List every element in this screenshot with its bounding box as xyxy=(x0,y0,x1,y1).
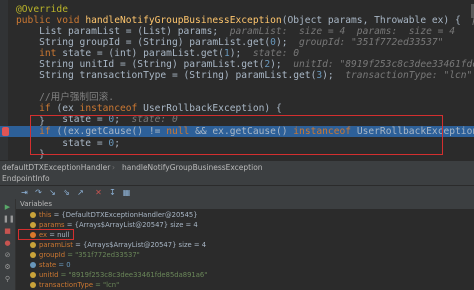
variable-row[interactable]: transactionType = "lcn" xyxy=(16,280,119,290)
code-token: ); xyxy=(270,59,294,70)
variable-value: = "351f772ed33537" xyxy=(65,251,140,259)
variable-name: groupId xyxy=(39,251,66,259)
code-token: String unitId = (String) paramList.get( xyxy=(16,59,265,70)
code-line[interactable]: List paramList = (List) params; paramLis… xyxy=(16,26,455,37)
mute-breakpoints-icon[interactable]: ⊘ xyxy=(3,251,12,260)
code-token: int xyxy=(16,48,63,59)
variable-value: = {Arrays$ArrayList@20547} size = 4 xyxy=(64,221,198,229)
annotation-highlight-box-ex xyxy=(18,229,74,240)
pin-icon[interactable]: ⚲ xyxy=(3,275,12,284)
resume-icon[interactable]: ▶ xyxy=(3,203,12,212)
code-token: handleNotifyGroupBusinessException xyxy=(85,15,282,26)
variable-type-icon xyxy=(30,212,36,218)
step-out-icon[interactable]: ↗ xyxy=(76,188,85,197)
variable-value: = {Arrays$ArrayList@20547} size = 4 xyxy=(72,241,207,249)
code-token: ); xyxy=(229,48,253,59)
variable-row[interactable]: groupId = "351f772ed33537" xyxy=(16,250,140,260)
show-execution-point-icon[interactable]: ⇥ xyxy=(20,188,29,197)
code-token: ); xyxy=(322,70,346,81)
code-line[interactable]: String unitId = (String) paramList.get(2… xyxy=(16,59,474,70)
debug-tab-title[interactable]: EndpointInfo xyxy=(2,173,50,185)
variable-type-icon xyxy=(30,222,36,228)
variable-value: = {DefaultDTXExceptionHandler@20545} xyxy=(51,211,198,219)
code-token: instanceof xyxy=(79,103,144,114)
variable-row[interactable]: paramList = {Arrays$ArrayList@20547} siz… xyxy=(16,240,206,250)
variable-name: state xyxy=(39,261,57,269)
code-token: (Object params, Throwable ex) { xyxy=(281,15,473,26)
variable-type-icon xyxy=(30,252,36,258)
code-token: List paramList = (List) params; xyxy=(16,26,230,37)
variable-value: = 0 xyxy=(56,261,71,269)
code-line[interactable]: int state = (int) paramList.get(1); stat… xyxy=(16,48,299,59)
code-token: state: 0 xyxy=(252,48,300,59)
settings-icon[interactable]: ⚙ xyxy=(3,263,12,272)
evaluate-expression-icon[interactable]: ▦ xyxy=(122,188,131,197)
debug-side-toolbar: ▶ ❚❚ ■ ● ⊘ ⚙ ⚲ xyxy=(0,199,16,290)
code-line[interactable]: @Override xyxy=(16,4,68,15)
code-token: transactionType: "lcn" paramList xyxy=(345,70,473,81)
variables-header: Variables xyxy=(16,199,474,209)
variable-name: unitId xyxy=(39,271,59,279)
variable-name: params xyxy=(39,221,65,229)
code-line[interactable]: //用户强制回滚. xyxy=(16,92,114,103)
code-token: //用户强制回滚. xyxy=(16,92,114,103)
code-token: state = (int) paramList.get( xyxy=(62,48,224,59)
variable-value: = "8919f253c8c3dee33461fde85da891a6" xyxy=(58,271,208,279)
code-token: @Override xyxy=(16,4,68,15)
code-token: paramList: size = 4 params: size = 4 xyxy=(229,26,455,37)
code-token: public void xyxy=(16,15,86,26)
view-breakpoints-icon[interactable]: ● xyxy=(3,239,12,248)
variable-type-icon xyxy=(30,242,36,248)
code-line[interactable]: String groupId = (String) paramList.get(… xyxy=(16,37,443,48)
code-line[interactable]: if (ex instanceof UserRollbackException)… xyxy=(16,103,282,114)
variable-name: this xyxy=(39,211,52,219)
code-token: if xyxy=(16,103,57,114)
variable-value: = "lcn" xyxy=(93,281,120,289)
variable-type-icon xyxy=(30,272,36,278)
breakpoint-icon[interactable] xyxy=(2,127,9,136)
code-editor[interactable]: @Override public void handleNotifyGroupBu… xyxy=(0,0,474,160)
code-token: groupId: "351f772ed33537" xyxy=(299,37,444,48)
code-line[interactable]: public void handleNotifyGroupBusinessExc… xyxy=(16,15,474,26)
force-step-into-icon[interactable]: ⇘ xyxy=(62,188,71,197)
debug-toolbar: ⇥ ↷ ↘ ⇘ ↗ ✕ ↧ ▦ xyxy=(0,186,474,200)
code-line[interactable]: String transactionType = (String) paramL… xyxy=(16,70,474,81)
step-over-icon[interactable]: ↷ xyxy=(34,188,43,197)
run-to-cursor-icon[interactable]: ↧ xyxy=(108,188,117,197)
code-token: unitId: "8919f253c8c3dee33461fde85da891a… xyxy=(293,59,474,70)
variable-row[interactable]: state = 0 xyxy=(16,260,71,270)
breadcrumb: defaultDTXExceptionHandler › handleNotif… xyxy=(0,160,474,174)
variable-row[interactable]: unitId = "8919f253c8c3dee33461fde85da891… xyxy=(16,270,207,280)
variable-type-icon xyxy=(30,282,36,288)
code-token: String transactionType = (String) paramL… xyxy=(16,70,317,81)
code-token: UserRollbackException) { xyxy=(143,103,282,114)
annotation-highlight-box xyxy=(30,115,443,155)
variables-panel: Variables this = {DefaultDTXExceptionHan… xyxy=(16,199,474,290)
variable-name: paramList xyxy=(39,241,73,249)
drop-frame-icon[interactable]: ✕ xyxy=(94,188,103,197)
stop-icon[interactable]: ■ xyxy=(3,227,12,236)
variable-type-icon xyxy=(30,262,36,268)
code-token: ); xyxy=(275,37,300,48)
code-token: String groupId = (String) paramList.get( xyxy=(16,37,271,48)
variable-row[interactable]: this = {DefaultDTXExceptionHandler@20545… xyxy=(16,210,198,220)
pause-icon[interactable]: ❚❚ xyxy=(3,215,15,224)
debug-tab-bar: EndpointInfo xyxy=(0,173,474,186)
step-into-icon[interactable]: ↘ xyxy=(48,188,57,197)
code-token: (ex xyxy=(56,103,80,114)
variables-header-label: Variables xyxy=(20,200,52,208)
variable-name: transactionType xyxy=(39,281,94,289)
